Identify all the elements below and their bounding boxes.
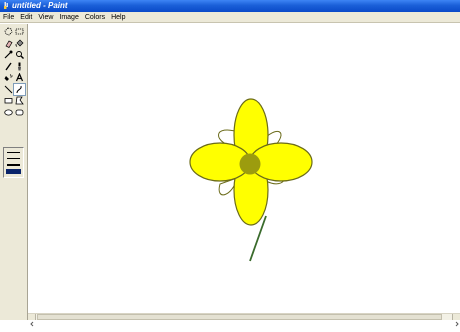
line-width-2[interactable] [7, 158, 20, 159]
pick-color-tool[interactable] [3, 49, 14, 61]
scroll-left-button[interactable] [28, 314, 36, 327]
flower-center [239, 153, 261, 175]
polygon-icon [15, 96, 24, 105]
rounded-rectangle-icon [15, 109, 24, 115]
ellipse-icon [4, 109, 13, 115]
tool-grid [3, 26, 26, 119]
rectangle-tool[interactable] [3, 95, 14, 107]
curve-icon [16, 85, 22, 93]
ellipse-tool[interactable] [3, 107, 14, 119]
magnifier-icon [16, 51, 24, 59]
title-bar[interactable]: untitled - Paint [0, 0, 460, 12]
airbrush-icon [4, 74, 13, 81]
line-width-3[interactable] [7, 164, 20, 166]
pick-color-icon [4, 50, 13, 59]
menu-bar: File Edit View Image Colors Help [0, 12, 460, 23]
line-tool[interactable] [3, 84, 14, 96]
paint-app-icon [3, 1, 9, 10]
arrow-left-icon [30, 321, 34, 327]
flower-drawing [189, 98, 313, 262]
rectangle-icon [4, 98, 13, 104]
horizontal-scrollbar[interactable] [28, 313, 460, 327]
arrow-right-icon [455, 321, 459, 327]
fill-bucket-icon [15, 39, 24, 47]
brush-tool[interactable] [14, 61, 25, 73]
drawing-canvas[interactable] [28, 24, 460, 313]
toolbox [0, 24, 28, 320]
pencil-tool[interactable] [3, 61, 14, 73]
free-form-select-tool[interactable] [3, 26, 14, 38]
line-width-1[interactable] [7, 152, 20, 153]
magnifier-tool[interactable] [14, 49, 25, 61]
eraser-icon [5, 40, 13, 48]
menu-file[interactable]: File [0, 12, 17, 23]
rectangle-select-icon [15, 28, 24, 35]
scroll-right-button[interactable] [452, 314, 460, 327]
line-icon [4, 85, 13, 93]
pencil-icon [5, 62, 12, 70]
airbrush-tool[interactable] [3, 72, 14, 84]
line-width-options [3, 147, 24, 178]
text-tool[interactable] [14, 72, 25, 84]
menu-colors[interactable]: Colors [82, 12, 108, 23]
eraser-tool[interactable] [3, 38, 14, 50]
brush-icon [18, 62, 21, 70]
rounded-rectangle-tool[interactable] [14, 107, 25, 119]
free-form-select-icon [4, 27, 13, 36]
menu-edit[interactable]: Edit [17, 12, 35, 23]
line-width-4[interactable] [6, 169, 21, 174]
curve-tool[interactable] [13, 82, 26, 96]
text-icon [15, 73, 24, 82]
menu-help[interactable]: Help [108, 12, 128, 23]
menu-view[interactable]: View [35, 12, 56, 23]
fill-bucket-tool[interactable] [14, 38, 25, 50]
window-title: untitled - Paint [12, 1, 68, 10]
rectangle-select-tool[interactable] [14, 26, 25, 38]
menu-image[interactable]: Image [56, 12, 81, 23]
scroll-thumb[interactable] [37, 314, 442, 320]
polygon-tool[interactable] [14, 95, 25, 107]
